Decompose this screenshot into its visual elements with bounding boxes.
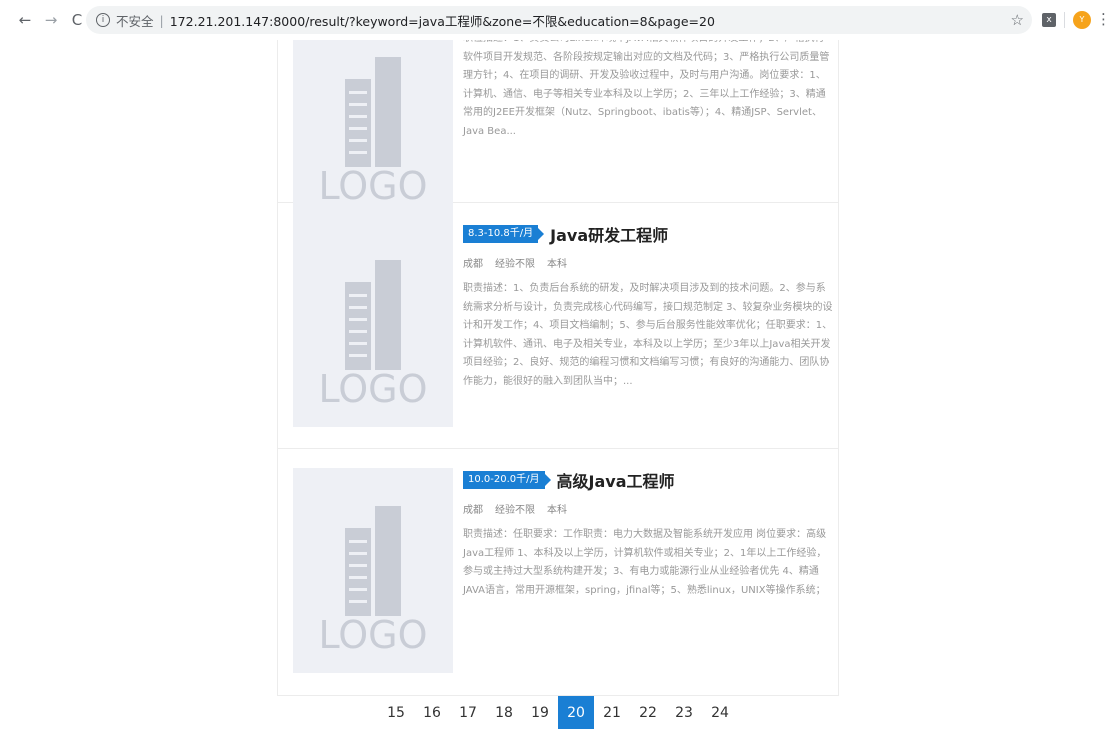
pagination: 15 16 17 18 19 20 21 22 23 24	[378, 696, 738, 729]
address-divider: |	[159, 12, 164, 28]
job-city: 成都	[463, 505, 483, 516]
job-title-link[interactable]: Java研发工程师	[550, 222, 668, 246]
salary-badge: 8.3-10.8千/月	[463, 225, 545, 243]
job-description: 职位描述：1、负责公司Linux环境下JAVA相关软件项目的开发工作；2、严格执…	[463, 40, 830, 137]
forward-arrow-icon[interactable]: →	[40, 9, 62, 31]
toolbar-divider	[1064, 12, 1065, 28]
page-link-22[interactable]: 22	[630, 696, 666, 729]
company-logo-placeholder: LOGO	[293, 40, 453, 224]
job-card[interactable]: LOGO 职位描述：1、负责公司Linux环境下JAVA相关软件项目的开发工作；…	[278, 40, 838, 224]
company-logo-placeholder: LOGO	[293, 468, 453, 673]
job-results-list: LOGO 职位描述：1、负责公司Linux环境下JAVA相关软件项目的开发工作；…	[277, 40, 839, 696]
browser-toolbar: ← → C i 不安全 | 172.21.201.147:8000/result…	[0, 0, 1105, 40]
page-link-21[interactable]: 21	[594, 696, 630, 729]
svg-text:LOGO: LOGO	[318, 613, 427, 657]
info-icon[interactable]: i	[96, 13, 110, 27]
url-text[interactable]: 172.21.201.147:8000/result/?keyword=java…	[170, 11, 715, 30]
page-link-24[interactable]: 24	[702, 696, 738, 729]
job-meta: 成都 经验不限 本科	[463, 255, 833, 270]
job-education: 本科	[547, 259, 567, 270]
page-link-23[interactable]: 23	[666, 696, 702, 729]
insecure-label: 不安全	[116, 13, 154, 29]
page-link-15[interactable]: 15	[378, 696, 414, 729]
svg-text:LOGO: LOGO	[318, 367, 427, 411]
job-meta: 成都 经验不限 本科	[463, 501, 833, 516]
building-logo-icon: LOGO	[318, 57, 428, 208]
company-logo-placeholder: LOGO	[293, 222, 453, 427]
building-logo-icon: LOGO	[318, 260, 428, 411]
profile-avatar[interactable]: Y	[1073, 11, 1091, 29]
page-link-16[interactable]: 16	[414, 696, 450, 729]
job-education: 本科	[547, 505, 567, 516]
reload-icon[interactable]: C	[66, 9, 88, 31]
job-description: 职责描述：1、负责后台系统的研发，及时解决项目涉及到的技术问题。2、参与系统需求…	[463, 283, 833, 387]
job-city: 成都	[463, 259, 483, 270]
extension-icon[interactable]: x	[1042, 13, 1056, 27]
page-link-19[interactable]: 19	[522, 696, 558, 729]
page-link-current[interactable]: 20	[558, 696, 594, 729]
svg-text:LOGO: LOGO	[318, 164, 427, 208]
job-card[interactable]: LOGO 10.0-20.0千/月 高级Java工程师 成都 经验不限 本科 职…	[278, 449, 838, 695]
job-experience: 经验不限	[495, 259, 535, 270]
job-experience: 经验不限	[495, 505, 535, 516]
page-link-17[interactable]: 17	[450, 696, 486, 729]
back-arrow-icon[interactable]: ←	[14, 9, 36, 31]
job-card[interactable]: LOGO 8.3-10.8千/月 Java研发工程师 成都 经验不限 本科 职责…	[278, 203, 838, 449]
building-logo-icon: LOGO	[318, 506, 428, 657]
salary-badge: 10.0-20.0千/月	[463, 471, 550, 489]
job-title-link[interactable]: 高级Java工程师	[557, 468, 675, 492]
page-link-18[interactable]: 18	[486, 696, 522, 729]
address-bar[interactable]: i 不安全 | 172.21.201.147:8000/result/?keyw…	[86, 6, 1032, 34]
bookmark-star-icon[interactable]: ☆	[1011, 11, 1024, 29]
job-description: 职责描述：任职要求：工作职责：电力大数据及智能系统开发应用 岗位要求：高级Jav…	[463, 529, 827, 596]
more-menu-icon[interactable]: ⋮	[1096, 10, 1105, 28]
